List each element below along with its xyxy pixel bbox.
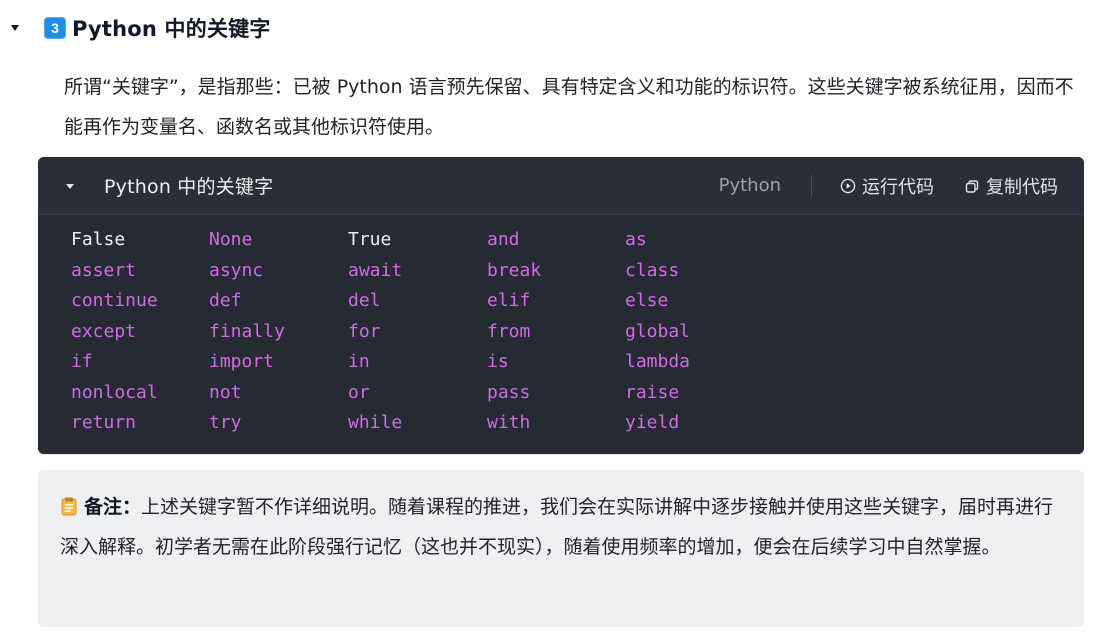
keyword-item: in [348,351,370,372]
keyword-item: raise [625,381,680,403]
section-title: Python 中的关键字 [72,17,271,41]
keyword-item: del [348,290,381,311]
note-content: 备注：上述关键字暂不作详细说明。随着课程的推进，我们会在实际讲解中逐步接触并使用… [60,487,1064,567]
keyword-item: pass [487,381,531,403]
keyword-item: and [487,229,520,250]
section-header[interactable]: 3 Python 中的关键字 [0,10,1101,46]
keyword-item: def [209,290,242,311]
note-text: 上述关键字暂不作详细说明。随着课程的推进，我们会在实际讲解中逐步接触并使用这些关… [60,496,1054,558]
code-language-label: Python [718,175,781,196]
keyword-item: None [209,229,253,250]
keyword-item: nonlocal [71,381,158,403]
keyword-item: else [625,290,669,311]
keyword-item: import [209,351,275,372]
keyword-item: class [625,259,680,281]
header-divider [811,174,812,197]
note-box: 备注：上述关键字暂不作详细说明。随着课程的推进，我们会在实际讲解中逐步接触并使用… [38,470,1084,627]
run-code-label: 运行代码 [862,176,934,198]
copy-icon [964,178,980,194]
keyword-item: not [209,381,242,403]
keyword-item: lambda [625,351,691,372]
keyword-item: as [625,229,647,250]
run-code-button[interactable]: 运行代码 [840,173,934,199]
keyword-item: for [348,320,381,342]
keyword-item: with [487,412,531,433]
keyword-item: yield [625,412,680,433]
code-card: Python 中的关键字 Python 运行代码 复制代码 False None… [38,157,1084,454]
keyword-item: assert [71,259,137,281]
keyword-item: False [71,229,126,250]
keyword-item: break [487,259,542,281]
keyword-item: or [348,381,370,403]
keyword-item: if [71,351,93,372]
code-header: Python 中的关键字 Python 运行代码 复制代码 [38,157,1084,215]
keyword-item: return [71,412,137,433]
code-body: False None True and as assert async await break c… [38,215,1084,454]
keyword-item: is [487,351,509,372]
code-caret-icon[interactable] [60,176,80,196]
keyword-grid: False None True and as assert async await break c… [71,229,765,443]
keyword-item: from [487,320,531,342]
play-circle-icon [840,178,856,194]
keyword-item: except [71,320,137,342]
keyword-item: True [348,229,392,250]
keyword-item: await [348,259,403,281]
copy-code-label: 复制代码 [986,176,1058,198]
keyword-item: elif [487,290,531,311]
keyword-item: try [209,412,242,433]
keyword-item: finally [209,320,285,342]
keyword-item: async [209,259,264,281]
section-caret-icon[interactable] [10,23,20,33]
copy-code-button[interactable]: 复制代码 [964,173,1058,199]
keyword-item: while [348,412,403,433]
section-number-badge: 3 [44,17,66,39]
code-header-actions: Python 运行代码 复制代码 [719,173,1084,199]
keyword-item: continue [71,290,158,311]
clipboard-note-icon [60,490,78,516]
note-label: 备注： [84,496,142,518]
keyword-item: global [625,320,691,342]
code-title: Python 中的关键字 [104,176,274,198]
intro-paragraph: 所谓“关键字”，是指那些：已被 Python 语言预先保留、具有特定含义和功能的… [64,76,1074,138]
